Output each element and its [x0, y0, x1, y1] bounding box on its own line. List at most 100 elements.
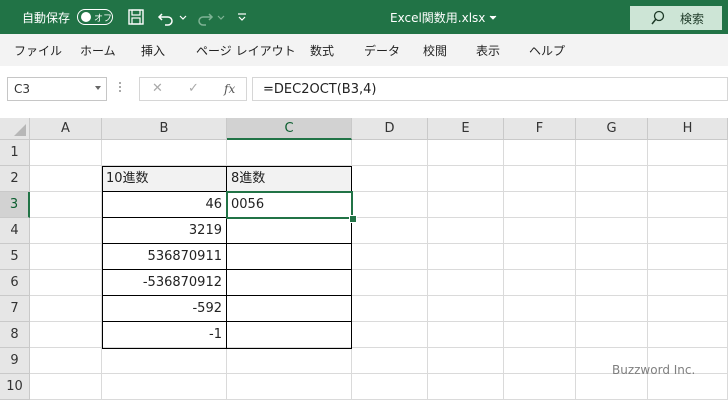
cell-h3[interactable]	[648, 192, 728, 218]
title-chevron-down-icon[interactable]	[488, 8, 498, 26]
tab-file[interactable]: ファイル	[14, 42, 62, 59]
cell-b5[interactable]: 536870911	[102, 244, 227, 270]
cell-c2[interactable]: 8進数	[227, 166, 352, 192]
name-box-chevron-down-icon[interactable]	[95, 86, 101, 90]
cell-f8[interactable]	[504, 322, 576, 348]
cell-g4[interactable]	[576, 218, 648, 244]
cell-c9[interactable]	[227, 348, 352, 374]
column-header-b[interactable]: B	[102, 118, 227, 140]
cell-c10[interactable]	[227, 374, 352, 400]
cell-e10[interactable]	[428, 374, 504, 400]
tab-review[interactable]: 校閲	[423, 42, 447, 59]
row-header-8[interactable]: 8	[0, 322, 30, 348]
row-header-10[interactable]: 10	[0, 374, 30, 400]
fill-handle[interactable]	[349, 215, 357, 223]
cell-h5[interactable]	[648, 244, 728, 270]
column-header-c[interactable]: C	[227, 118, 352, 140]
cell-h10[interactable]	[648, 374, 728, 400]
row-header-1[interactable]: 1	[0, 140, 30, 166]
cell-h2[interactable]	[648, 166, 728, 192]
cell-b7[interactable]: -592	[102, 296, 227, 322]
cell-b9[interactable]	[102, 348, 227, 374]
cell-d1[interactable]	[352, 140, 428, 166]
cell-f4[interactable]	[504, 218, 576, 244]
cell-f3[interactable]	[504, 192, 576, 218]
cell-f5[interactable]	[504, 244, 576, 270]
cell-b1[interactable]	[102, 140, 227, 166]
column-header-a[interactable]: A	[30, 118, 102, 140]
cell-f7[interactable]	[504, 296, 576, 322]
cell-a10[interactable]	[30, 374, 102, 400]
search-box[interactable]: 検索	[630, 6, 722, 30]
autosave-toggle[interactable]: オフ	[77, 9, 113, 25]
column-header-d[interactable]: D	[352, 118, 428, 140]
cell-a1[interactable]	[30, 140, 102, 166]
cancel-icon[interactable]: ✕	[152, 81, 163, 96]
cell-f10[interactable]	[504, 374, 576, 400]
column-header-f[interactable]: F	[504, 118, 576, 140]
row-header-3[interactable]: 3	[0, 192, 30, 218]
cell-d7[interactable]	[352, 296, 428, 322]
tab-formulas[interactable]: 数式	[310, 42, 334, 59]
cell-g7[interactable]	[576, 296, 648, 322]
cell-e2[interactable]	[428, 166, 504, 192]
cell-f6[interactable]	[504, 270, 576, 296]
undo-icon[interactable]	[157, 8, 175, 26]
cell-d5[interactable]	[352, 244, 428, 270]
customize-toolbar-icon[interactable]	[236, 8, 248, 26]
cell-e1[interactable]	[428, 140, 504, 166]
cell-f2[interactable]	[504, 166, 576, 192]
spreadsheet-grid[interactable]: A B C D E F G H 1 2 3 4 5 6 7 8 9 10 10進…	[0, 118, 728, 400]
cell-h6[interactable]	[648, 270, 728, 296]
cell-d8[interactable]	[352, 322, 428, 348]
cell-e6[interactable]	[428, 270, 504, 296]
column-header-e[interactable]: E	[428, 118, 504, 140]
enter-icon[interactable]: ✓	[188, 81, 199, 96]
insert-function-icon[interactable]: fx	[224, 82, 235, 96]
undo-dropdown-icon[interactable]	[178, 8, 188, 26]
save-icon[interactable]	[127, 8, 145, 26]
cell-h8[interactable]	[648, 322, 728, 348]
cell-e5[interactable]	[428, 244, 504, 270]
cell-d9[interactable]	[352, 348, 428, 374]
row-header-7[interactable]: 7	[0, 296, 30, 322]
tab-page-layout[interactable]: ページ レイアウト	[196, 42, 296, 59]
tab-home[interactable]: ホーム	[80, 42, 116, 59]
cell-g3[interactable]	[576, 192, 648, 218]
cell-c6[interactable]	[227, 270, 352, 296]
cell-e9[interactable]	[428, 348, 504, 374]
redo-dropdown-icon[interactable]	[216, 8, 226, 26]
redo-icon[interactable]	[196, 8, 214, 26]
cell-b10[interactable]	[102, 374, 227, 400]
cell-a9[interactable]	[30, 348, 102, 374]
cell-d3[interactable]	[352, 192, 428, 218]
cell-f9[interactable]	[504, 348, 576, 374]
row-header-9[interactable]: 9	[0, 348, 30, 374]
cell-b2[interactable]: 10進数	[102, 166, 227, 192]
cell-c4[interactable]	[227, 218, 352, 244]
cell-d10[interactable]	[352, 374, 428, 400]
cell-g6[interactable]	[576, 270, 648, 296]
column-header-h[interactable]: H	[648, 118, 728, 140]
cell-h7[interactable]	[648, 296, 728, 322]
cell-e4[interactable]	[428, 218, 504, 244]
cell-c8[interactable]	[227, 322, 352, 348]
cell-g2[interactable]	[576, 166, 648, 192]
cell-e8[interactable]	[428, 322, 504, 348]
cell-c1[interactable]	[227, 140, 352, 166]
tab-help[interactable]: ヘルプ	[529, 42, 565, 59]
cell-b3[interactable]: 46	[102, 192, 227, 218]
cell-c5[interactable]	[227, 244, 352, 270]
cell-d6[interactable]	[352, 270, 428, 296]
row-header-2[interactable]: 2	[0, 166, 30, 192]
cell-b6[interactable]: -536870912	[102, 270, 227, 296]
cell-a5[interactable]	[30, 244, 102, 270]
cell-b8[interactable]: -1	[102, 322, 227, 348]
cell-a8[interactable]	[30, 322, 102, 348]
tab-insert[interactable]: 挿入	[141, 42, 165, 59]
cell-a7[interactable]	[30, 296, 102, 322]
cell-c7[interactable]	[227, 296, 352, 322]
cell-a2[interactable]	[30, 166, 102, 192]
cell-b4[interactable]: 3219	[102, 218, 227, 244]
row-header-6[interactable]: 6	[0, 270, 30, 296]
